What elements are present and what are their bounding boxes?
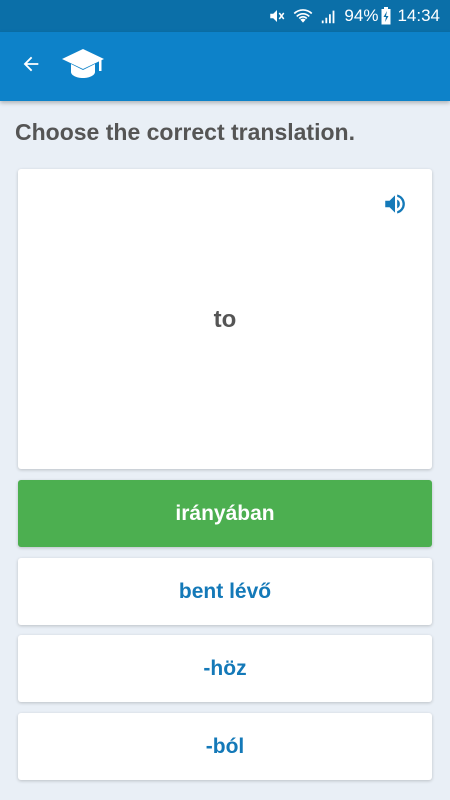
answer-option-3[interactable]: -höz <box>18 635 432 702</box>
answer-option-1[interactable]: irányában <box>18 480 432 547</box>
battery-charging-icon <box>381 7 391 25</box>
wifi-icon <box>293 7 313 25</box>
answer-option-4[interactable]: -ból <box>18 713 432 780</box>
clock: 14:34 <box>397 6 440 25</box>
speaker-button[interactable] <box>380 191 410 221</box>
battery-percent: 94% <box>344 6 379 25</box>
answer-option-2[interactable]: bent lévő <box>18 558 432 625</box>
status-bar: 94% 14:34 <box>0 0 450 32</box>
app-bar <box>0 32 450 101</box>
mute-icon <box>268 7 286 25</box>
back-button[interactable] <box>11 47 51 87</box>
app-logo <box>59 47 107 87</box>
signal-icon <box>320 7 338 25</box>
quiz-prompt: Choose the correct translation. <box>15 119 355 145</box>
graduation-cap-icon <box>61 47 105 86</box>
arrow-left-icon <box>20 53 42 80</box>
speaker-icon <box>382 191 408 222</box>
question-card: to <box>18 169 432 469</box>
question-word: to <box>213 306 237 333</box>
